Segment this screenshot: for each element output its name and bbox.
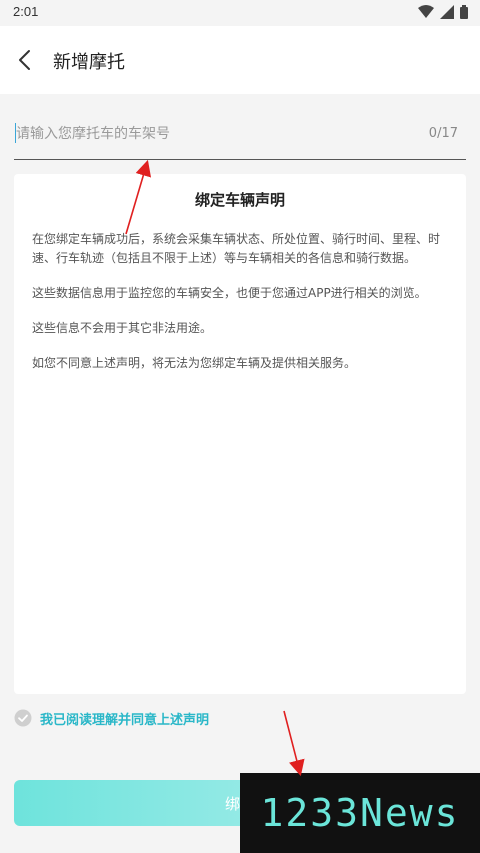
page-title: 新增摩托	[53, 52, 125, 73]
signal-icon	[440, 5, 454, 19]
status-bar: 2:01	[0, 0, 480, 26]
annotation-arrow	[283, 710, 305, 777]
statement-paragraph: 在您绑定车辆成功后，系统会采集车辆状态、所处位置、骑行时间、里程、时速、行车轨迹…	[32, 232, 441, 265]
statement-title: 绑定车辆声明	[194, 191, 285, 209]
battery-icon	[460, 5, 468, 19]
app-header: 新增摩托	[0, 26, 480, 94]
statement-paragraph: 这些信息不会用于其它非法用途。	[32, 321, 213, 335]
check-circle-icon[interactable]	[14, 709, 32, 727]
statement-paragraph: 这些数据信息用于监控您的车辆安全，也便于您通过APP进行相关的浏览。	[32, 286, 427, 300]
status-icons	[418, 5, 468, 19]
watermark-logo: 1233News	[240, 773, 480, 853]
watermark-text: 1233News	[260, 791, 460, 835]
status-time: 2:01	[13, 4, 39, 19]
agreement-checkbox[interactable]: 我已阅读理解并同意上述声明	[14, 707, 209, 729]
frame-number-input[interactable]	[14, 110, 414, 158]
back-arrow-icon	[19, 50, 30, 70]
statement-paragraph: 如您不同意上述声明，将无法为您绑定车辆及提供相关服务。	[32, 356, 357, 370]
statement-card: 绑定车辆声明 在您绑定车辆成功后，系统会采集车辆状态、所处位置、骑行时间、里程、…	[14, 174, 466, 694]
frame-number-field: 0/17	[14, 110, 466, 160]
wifi-icon	[418, 5, 434, 18]
agreement-label[interactable]: 我已阅读理解并同意上述声明	[40, 709, 209, 728]
char-counter: 0/17	[428, 126, 458, 141]
back-button[interactable]	[12, 46, 40, 74]
statement-body: 在您绑定车辆成功后，系统会采集车辆状态、所处位置、骑行时间、里程、时速、行车轨迹…	[32, 230, 452, 389]
